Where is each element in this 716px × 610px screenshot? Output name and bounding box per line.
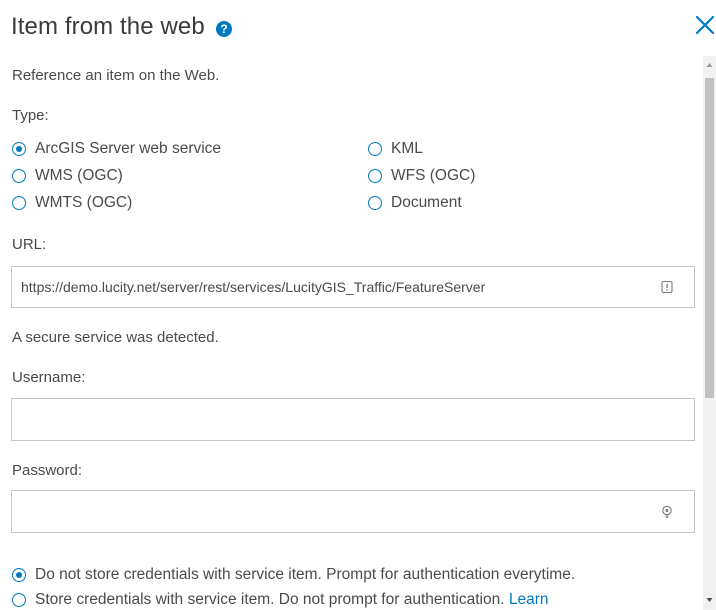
type-option-wmts[interactable]: WMTS (OGC) xyxy=(12,194,132,212)
radio-checked-icon[interactable] xyxy=(12,568,26,582)
url-input[interactable] xyxy=(12,267,641,307)
description-text: Reference an item on the Web. xyxy=(12,67,220,84)
radio-unchecked-icon[interactable] xyxy=(12,169,26,183)
type-option-wfs[interactable]: WFS (OGC) xyxy=(368,167,475,185)
type-option-kml[interactable]: KML xyxy=(368,140,423,158)
type-option-label: WMTS (OGC) xyxy=(35,194,133,211)
field-info-icon xyxy=(661,280,673,294)
password-input[interactable] xyxy=(12,491,641,532)
credentials-option-label: Store credentials with service item. Do … xyxy=(35,591,505,608)
radio-unchecked-icon[interactable] xyxy=(368,142,382,156)
url-label: URL: xyxy=(12,236,47,253)
radio-checked-icon[interactable] xyxy=(12,142,26,156)
type-option-document[interactable]: Document xyxy=(368,194,462,212)
dialog-title-bar: Item from the web ? xyxy=(11,9,233,45)
username-label: Username: xyxy=(12,369,86,386)
vertical-scrollbar[interactable] xyxy=(703,56,716,610)
scroll-up-arrow-icon[interactable] xyxy=(705,60,714,70)
close-x-icon[interactable] xyxy=(694,14,716,36)
password-label: Password: xyxy=(12,462,83,479)
type-label: Type: xyxy=(12,107,49,124)
credentials-option-label: Do not store credentials with service it… xyxy=(35,566,576,583)
credentials-option-prompt[interactable]: Do not store credentials with service it… xyxy=(12,566,575,584)
password-field[interactable] xyxy=(11,490,695,533)
username-input[interactable] xyxy=(12,399,641,440)
type-option-label: Document xyxy=(391,194,462,211)
scrollbar-thumb[interactable] xyxy=(705,78,714,398)
type-option-label: WMS (OGC) xyxy=(35,167,123,184)
scroll-down-arrow-icon[interactable] xyxy=(705,595,714,605)
svg-text:?: ? xyxy=(220,22,227,36)
help-circle-icon[interactable]: ? xyxy=(215,20,233,38)
radio-unchecked-icon[interactable] xyxy=(368,169,382,183)
username-field[interactable] xyxy=(11,398,695,441)
learn-more-link[interactable]: Learn xyxy=(509,591,549,608)
dialog-content: Reference an item on the Web. Type: ArcG… xyxy=(0,56,703,610)
type-option-label: WFS (OGC) xyxy=(391,167,476,184)
type-option-arcgis-server[interactable]: ArcGIS Server web service xyxy=(12,140,221,158)
radio-unchecked-icon[interactable] xyxy=(12,593,26,607)
radio-unchecked-icon[interactable] xyxy=(368,196,382,210)
key-icon[interactable] xyxy=(660,505,674,519)
radio-unchecked-icon[interactable] xyxy=(12,196,26,210)
url-field[interactable] xyxy=(11,266,695,308)
credentials-option-store[interactable]: Store credentials with service item. Do … xyxy=(12,591,549,609)
dialog-title: Item from the web xyxy=(11,13,205,40)
secure-service-notice: A secure service was detected. xyxy=(12,329,219,346)
type-option-label: KML xyxy=(391,140,423,157)
type-option-label: ArcGIS Server web service xyxy=(35,140,222,157)
type-option-wms[interactable]: WMS (OGC) xyxy=(12,167,123,185)
